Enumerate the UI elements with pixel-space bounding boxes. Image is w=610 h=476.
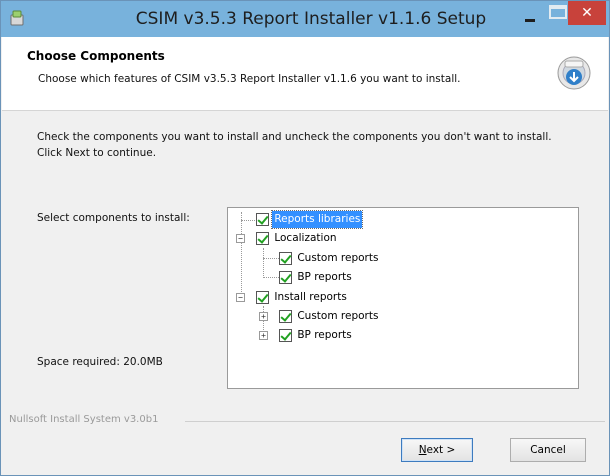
installer-disc-icon (557, 56, 591, 90)
component-reports-libraries[interactable]: Reports libraries (256, 210, 364, 229)
title-bar[interactable]: CSIM v3.5.3 Report Installer v1.1.6 Setu… (1, 1, 609, 37)
checkbox-checked-icon[interactable] (279, 329, 292, 342)
checkbox-checked-icon[interactable] (256, 291, 269, 304)
tree-line (263, 248, 264, 278)
component-install-reports[interactable]: Install reports (256, 289, 349, 306)
checkbox-checked-icon[interactable] (279, 310, 292, 323)
next-button[interactable]: Next > (401, 438, 473, 462)
nsis-branding: Nullsoft Install System v3.0b1 (9, 414, 159, 425)
tree-line (263, 277, 279, 278)
close-button[interactable]: ✕ (568, 1, 606, 25)
select-components-label: Select components to install: (37, 212, 190, 224)
page-header: Choose Components Choose which features … (2, 37, 608, 111)
installer-app-icon (10, 10, 24, 26)
maximize-button[interactable] (549, 5, 567, 19)
tree-line (241, 220, 255, 221)
component-localization[interactable]: Localization (256, 230, 339, 247)
checkbox-checked-icon[interactable] (279, 252, 292, 265)
component-install-custom-reports[interactable]: Custom reports (279, 308, 380, 325)
page-title: Choose Components (27, 49, 165, 63)
component-install-bp-reports[interactable]: BP reports (279, 327, 354, 344)
next-label: ext > (426, 444, 456, 456)
page-subtitle: Choose which features of CSIM v3.5.3 Rep… (38, 73, 461, 85)
component-localization-bp-reports[interactable]: BP reports (279, 269, 354, 286)
checkbox-checked-icon[interactable] (279, 271, 292, 284)
collapse-icon[interactable]: − (236, 234, 245, 243)
footer-divider (185, 421, 605, 422)
window-title: CSIM v3.5.3 Report Installer v1.1.6 Setu… (135, 9, 487, 29)
component-localization-custom-reports[interactable]: Custom reports (279, 250, 380, 267)
installer-window: CSIM v3.5.3 Report Installer v1.1.6 Setu… (0, 0, 610, 476)
minimize-button[interactable] (516, 7, 544, 27)
expand-icon[interactable]: + (259, 331, 268, 340)
tree-line (263, 258, 279, 259)
collapse-icon[interactable]: − (236, 293, 245, 302)
cancel-button[interactable]: Cancel (510, 438, 586, 462)
checkbox-checked-icon[interactable] (256, 232, 269, 245)
components-tree[interactable]: Reports libraries − Localization Custom … (227, 207, 579, 389)
checkbox-checked-icon[interactable] (256, 213, 269, 226)
tree-line (241, 212, 242, 300)
next-mnemonic: N (418, 444, 427, 456)
space-required-label: Space required: 20.0MB (37, 356, 163, 368)
instructions-text: Check the components you want to install… (37, 131, 552, 159)
expand-icon[interactable]: + (259, 312, 268, 321)
